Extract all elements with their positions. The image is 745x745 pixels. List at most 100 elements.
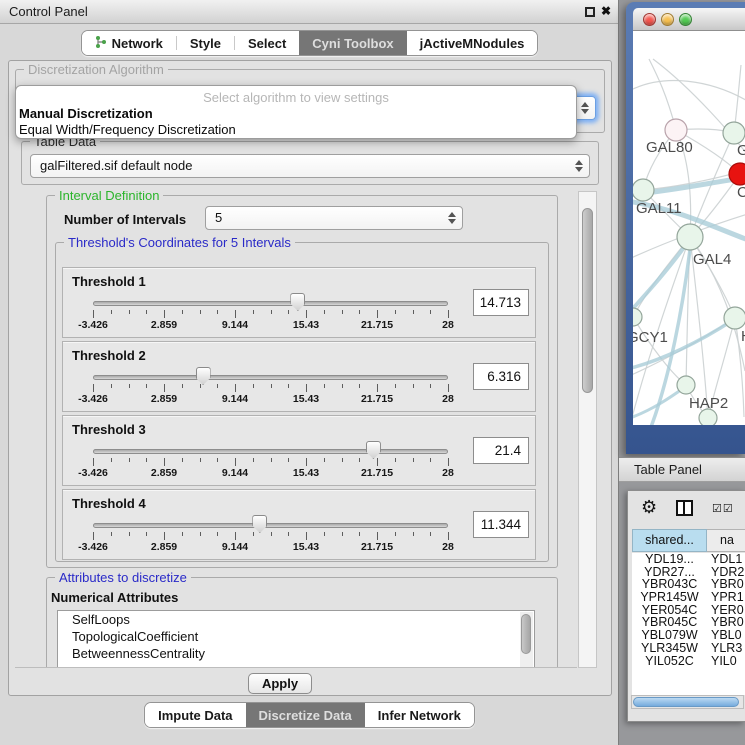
tab-discretize-data[interactable]: Discretize Data [246, 703, 365, 727]
table-row[interactable]: YIL052CYIL0 [632, 655, 745, 668]
slider-track[interactable] [93, 375, 448, 380]
algorithm-option[interactable]: Manual Discretization [19, 106, 153, 121]
tick-mark [288, 458, 289, 462]
node-label: GAL4 [693, 251, 731, 268]
threshold-value-field[interactable]: 11.344 [473, 511, 529, 538]
tab-impute-data[interactable]: Impute Data [145, 703, 245, 727]
column-header-name[interactable]: na [707, 529, 745, 552]
settings-scrollbar-thumb[interactable] [582, 208, 593, 393]
tick-mark [164, 384, 165, 392]
table-cell-shared: YBL079W [632, 629, 707, 642]
table-cell-shared: YIL052C [632, 655, 707, 668]
slider-handle[interactable] [290, 293, 305, 311]
tick-mark [306, 384, 307, 392]
table-row[interactable]: YBL079WYBL0 [632, 629, 745, 642]
slider-handle[interactable] [366, 441, 381, 459]
tick-mark [288, 384, 289, 388]
tick-label: 9.144 [222, 467, 248, 479]
tick-mark [182, 532, 183, 536]
network-node[interactable] [723, 122, 745, 144]
algorithm-option[interactable]: Equal Width/Frequency Discretization [19, 122, 236, 137]
tick-mark [377, 532, 378, 540]
table-row[interactable]: YDL19...YDL1 [632, 553, 745, 566]
table-row[interactable]: YLR345WYLR3 [632, 642, 745, 655]
list-item[interactable]: TopologicalCoefficient [58, 628, 534, 645]
table-hscrollbar-thumb[interactable] [633, 697, 739, 707]
slider-handle[interactable] [252, 515, 267, 533]
tick-mark [342, 384, 343, 388]
numerical-attributes-list[interactable]: SelfLoopsTopologicalCoefficientBetweenne… [57, 610, 535, 668]
tick-mark [253, 384, 254, 388]
tick-label: 2.859 [151, 541, 177, 553]
table-row[interactable]: YDR27...YDR2 [632, 566, 745, 579]
mac-zoom-button[interactable] [679, 13, 692, 26]
tick-mark [111, 310, 112, 314]
tab-label: Cyni Toolbox [312, 36, 393, 51]
slider-track[interactable] [93, 523, 448, 528]
tick-mark [129, 310, 130, 314]
number-of-intervals-combobox[interactable]: 5 [205, 206, 463, 230]
tick-mark [413, 310, 414, 314]
threshold-value-field[interactable]: 14.713 [473, 289, 529, 316]
checkbox-icons[interactable]: ☑☑ [712, 502, 734, 515]
list-item[interactable]: BetweennessCentrality [58, 645, 534, 662]
list-item[interactable]: SelfLoops [58, 611, 534, 628]
tab-infer-network[interactable]: Infer Network [365, 703, 474, 727]
tick-label: 21.715 [361, 467, 393, 479]
threshold-panel: Threshold 3-3.4262.8599.14415.4321.71528… [62, 415, 536, 486]
network-node[interactable] [633, 308, 642, 326]
mac-minimize-button[interactable] [661, 13, 674, 26]
combo-stepper-icon [447, 211, 456, 225]
network-node[interactable] [677, 224, 703, 250]
network-node[interactable] [665, 119, 687, 141]
table-cell-name: YBR0 [711, 578, 745, 591]
threshold-value-field[interactable]: 21.4 [473, 437, 529, 464]
tick-mark [324, 532, 325, 536]
tab-label: Style [190, 36, 221, 51]
screen: Control Panel ✖ NetworkStyleSelectCyni T… [0, 0, 745, 745]
table-row[interactable]: YBR043CYBR0 [632, 578, 745, 591]
network-canvas[interactable]: GAL80GACGAL11GAL4GCY1HHAP2 [633, 31, 745, 425]
table-horizontal-scrollbar[interactable] [631, 695, 744, 709]
network-node[interactable] [633, 179, 654, 201]
slider-handle[interactable] [196, 367, 211, 385]
bottom-tab-group: Impute DataDiscretize DataInfer Network [144, 702, 475, 728]
network-node[interactable] [729, 163, 745, 185]
tab-jactivemnodules[interactable]: jActiveMNodules [407, 31, 538, 55]
settings-vertical-scrollbar[interactable] [578, 191, 597, 668]
float-window-icon[interactable] [585, 7, 595, 17]
network-node[interactable] [699, 409, 717, 425]
table-row[interactable]: YBR045CYBR0 [632, 616, 745, 629]
algorithm-dropdown-popup: Select algorithm to view settings Manual… [15, 85, 577, 139]
tab-network[interactable]: Network [82, 31, 176, 55]
table-row[interactable]: YER054CYER0 [632, 604, 745, 617]
tick-mark [271, 532, 272, 536]
attributes-scrollbar-thumb[interactable] [521, 614, 531, 654]
network-node[interactable] [677, 376, 695, 394]
columns-icon[interactable] [676, 500, 693, 516]
attributes-scrollbar[interactable] [520, 612, 533, 668]
tab-style[interactable]: Style [177, 31, 234, 55]
tick-mark [164, 458, 165, 466]
apply-button[interactable]: Apply [248, 673, 312, 694]
top-tab-row: Network Style Select Cyni Toolbox jActiveMNo… [0, 30, 619, 56]
tick-mark [235, 458, 236, 466]
tick-mark [93, 310, 94, 318]
interval-definition-group: Interval Definition Number of Intervals … [46, 195, 558, 568]
node-label: GA [737, 142, 745, 159]
close-icon[interactable]: ✖ [601, 4, 611, 18]
column-header-shared[interactable]: shared... [632, 529, 707, 552]
threshold-value-field[interactable]: 6.316 [473, 363, 529, 390]
gear-icon[interactable]: ⚙ [641, 497, 657, 518]
table-data-combobox[interactable]: galFiltered.sif default node [30, 154, 590, 178]
tick-label: 28 [442, 541, 454, 553]
slider-track[interactable] [93, 449, 448, 454]
tab-select[interactable]: Select [235, 31, 299, 55]
tick-mark [448, 310, 449, 318]
mac-close-button[interactable] [643, 13, 656, 26]
tab-cyni-toolbox[interactable]: Cyni Toolbox [299, 31, 406, 55]
table-cell-shared: YER054C [632, 604, 707, 617]
network-node[interactable] [724, 307, 745, 329]
table-row[interactable]: YPR145WYPR1 [632, 591, 745, 604]
slider-track[interactable] [93, 301, 448, 306]
